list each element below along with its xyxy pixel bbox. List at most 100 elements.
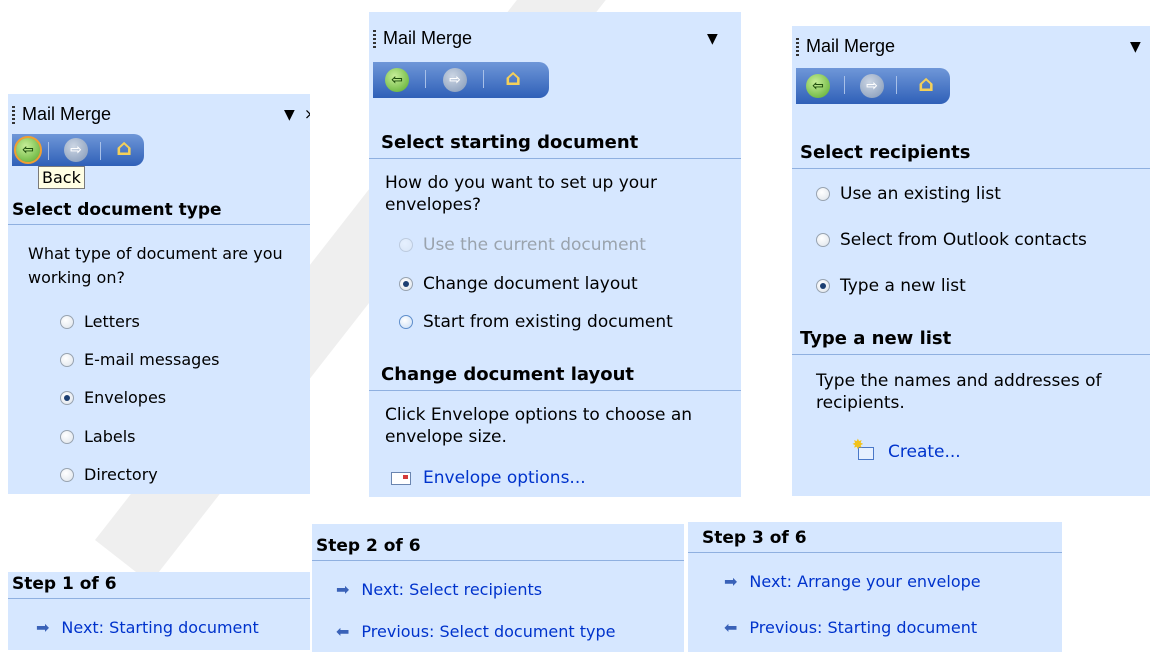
grip-handle[interactable] <box>12 106 15 124</box>
home-icon[interactable]: ⌂ <box>501 66 525 91</box>
home-icon[interactable]: ⌂ <box>112 136 136 161</box>
radio-label: Envelopes <box>84 388 167 407</box>
dropdown-arrow-icon[interactable]: ▼ <box>707 31 718 47</box>
forward-button[interactable]: ⇨ <box>860 74 884 98</box>
next-arrange-envelope-link[interactable]: ➡ Next: Arrange your envelope <box>724 572 981 591</box>
radio-button[interactable] <box>60 467 74 482</box>
step-heading: Step 3 of 6 <box>688 528 1062 553</box>
step-heading: Step 2 of 6 <box>312 536 684 561</box>
question-text: How do you want to set up your envelopes… <box>385 173 657 216</box>
radio-label: Select from Outlook contacts <box>840 230 1087 250</box>
back-button[interactable]: ⇦ <box>806 74 830 98</box>
radio-button[interactable] <box>60 429 74 444</box>
section-heading: Change document layout <box>369 364 741 391</box>
radio-label: Letters <box>84 312 140 331</box>
panel-title: Mail Merge <box>22 104 112 124</box>
radio-use-current-document[interactable]: Use the current document <box>399 235 646 255</box>
back-tooltip: Back <box>38 166 85 189</box>
radio-label: Type a new list <box>840 276 966 296</box>
envelope-options-link[interactable]: Envelope options... <box>391 468 586 488</box>
radio-start-from-existing[interactable]: Start from existing document <box>399 312 673 332</box>
radio-label: Start from existing document <box>423 312 673 332</box>
description-text: Click Envelope options to choose an enve… <box>385 405 693 448</box>
question-text: What type of document are you working on… <box>28 244 283 287</box>
grip-handle[interactable] <box>373 30 376 48</box>
radio-use-existing-list[interactable]: Use an existing list <box>816 184 1001 204</box>
panel-title-bar: Mail Merge ▼ × <box>8 100 310 130</box>
back-button[interactable]: ⇦ <box>385 68 409 92</box>
radio-email-messages[interactable]: E-mail messages <box>60 350 220 369</box>
link-label: Previous: Starting document <box>749 618 978 637</box>
radio-label: E-mail messages <box>84 350 220 369</box>
close-icon[interactable]: × <box>304 105 310 123</box>
forward-button[interactable]: ⇨ <box>443 68 467 92</box>
step-heading: Step 1 of 6 <box>8 574 310 599</box>
radio-button <box>399 238 413 252</box>
radio-button[interactable] <box>399 315 413 329</box>
radio-label: Use an existing list <box>840 184 1001 204</box>
mail-merge-panel-step2: Mail Merge ▼ ⇦ ⇨ ⌂ Select starting docum… <box>369 12 741 497</box>
link-label: Next: Arrange your envelope <box>749 572 981 591</box>
radio-button[interactable] <box>816 279 830 293</box>
section-heading: Select document type <box>8 200 310 225</box>
section-heading: Select starting document <box>369 132 741 159</box>
radio-button[interactable] <box>816 187 830 201</box>
toolbar-separator <box>896 76 897 94</box>
link-label: Create... <box>888 442 961 462</box>
radio-directory[interactable]: Directory <box>60 465 158 484</box>
arrow-left-icon: ⬅ <box>724 618 738 637</box>
radio-label: Labels <box>84 427 136 446</box>
arrow-right-icon: ➡ <box>36 618 50 637</box>
dropdown-arrow-icon[interactable]: ▼ <box>1130 39 1141 55</box>
radio-button[interactable] <box>60 352 74 367</box>
link-label: Next: Select recipients <box>361 580 543 599</box>
step1-navigation: Step 1 of 6 ➡ Next: Starting document <box>8 572 310 650</box>
panel-title: Mail Merge <box>383 28 473 48</box>
mail-merge-panel-step1: Mail Merge ▼ × ⇦ ⇨ ⌂ Select document typ… <box>8 94 310 494</box>
link-label: Previous: Select document type <box>361 622 616 641</box>
nav-toolbar: ⇦ ⇨ ⌂ <box>373 62 549 98</box>
section-heading: Select recipients <box>792 142 1150 169</box>
step3-navigation: Step 3 of 6 ➡ Next: Arrange your envelop… <box>688 522 1062 652</box>
create-link[interactable]: ✸ Create... <box>852 437 961 462</box>
forward-button[interactable]: ⇨ <box>64 138 88 162</box>
radio-select-outlook-contacts[interactable]: Select from Outlook contacts <box>816 230 1087 250</box>
dropdown-arrow-icon[interactable]: ▼ <box>284 107 295 123</box>
radio-label: Use the current document <box>423 235 646 255</box>
link-label: Next: Starting document <box>61 618 259 637</box>
envelope-icon <box>391 471 411 485</box>
panel-title-bar: Mail Merge ▼ <box>369 24 741 54</box>
radio-button[interactable] <box>60 390 74 405</box>
grip-handle[interactable] <box>796 38 799 56</box>
radio-button[interactable] <box>816 233 830 247</box>
arrow-right-icon: ➡ <box>336 580 350 599</box>
section-heading: Type a new list <box>792 328 1150 355</box>
home-icon[interactable]: ⌂ <box>914 72 938 97</box>
toolbar-separator <box>483 70 484 88</box>
toolbar-separator <box>425 70 426 88</box>
radio-change-document-layout[interactable]: Change document layout <box>399 274 638 294</box>
radio-letters[interactable]: Letters <box>60 312 140 331</box>
mail-merge-panel-step3: Mail Merge ▼ ⇦ ⇨ ⌂ Select recipients Use… <box>792 26 1150 496</box>
back-button[interactable]: ⇦ <box>14 136 42 164</box>
toolbar-separator <box>844 76 845 94</box>
radio-button[interactable] <box>399 277 413 291</box>
radio-button[interactable] <box>60 314 74 329</box>
arrow-right-icon: ➡ <box>724 572 738 591</box>
toolbar-separator <box>48 142 49 160</box>
panel-title: Mail Merge <box>806 36 896 56</box>
description-text: Type the names and addresses of recipien… <box>816 371 1102 414</box>
next-select-recipients-link[interactable]: ➡ Next: Select recipients <box>336 580 542 599</box>
nav-toolbar: ⇦ ⇨ ⌂ <box>12 134 144 166</box>
radio-envelopes[interactable]: Envelopes <box>60 388 166 407</box>
next-starting-document-link[interactable]: ➡ Next: Starting document <box>36 618 259 637</box>
link-label: Envelope options... <box>423 468 586 488</box>
radio-labels[interactable]: Labels <box>60 427 136 446</box>
radio-label: Change document layout <box>423 274 638 294</box>
previous-starting-document-link[interactable]: ⬅ Previous: Starting document <box>724 618 977 637</box>
previous-select-document-type-link[interactable]: ⬅ Previous: Select document type <box>336 622 616 641</box>
new-list-icon: ✸ <box>852 437 876 461</box>
radio-label: Directory <box>84 465 158 484</box>
step2-navigation: Step 2 of 6 ➡ Next: Select recipients ⬅ … <box>312 524 684 652</box>
radio-type-new-list[interactable]: Type a new list <box>816 276 966 296</box>
